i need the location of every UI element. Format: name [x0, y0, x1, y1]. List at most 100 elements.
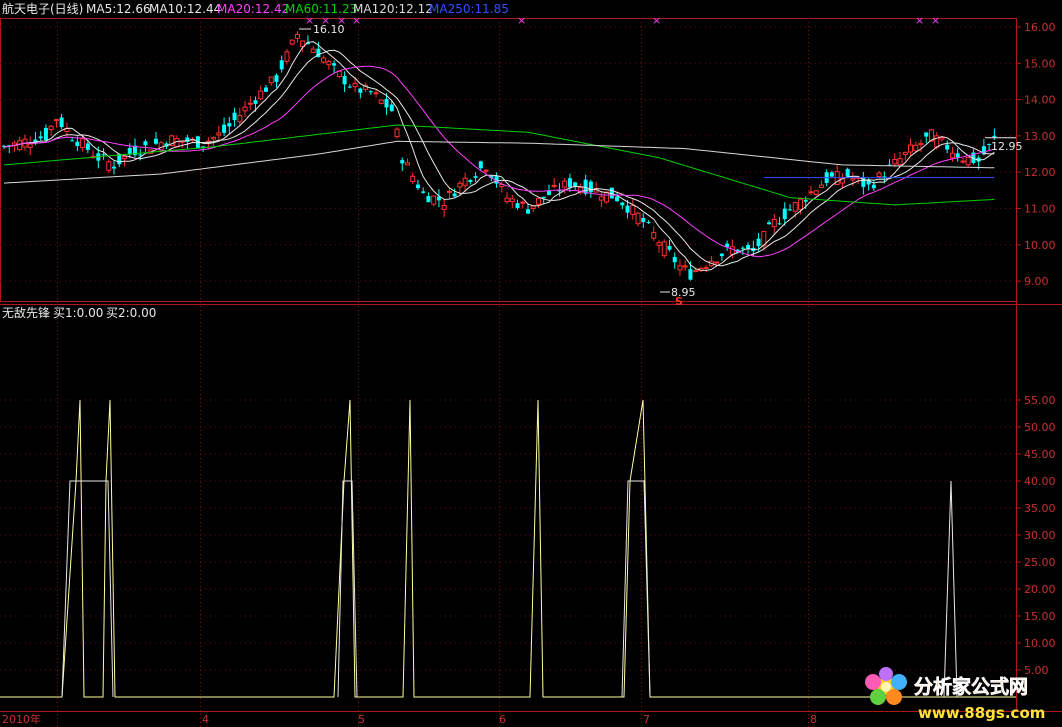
candle-body-up	[897, 158, 903, 166]
candle-body-down	[478, 161, 483, 169]
buy2-label: 买2:0.00	[106, 306, 156, 320]
ma10-label: MA10:12.44	[149, 2, 221, 16]
candle-body-up	[960, 160, 966, 163]
chart-markers: × × × × × × × ×	[299, 14, 940, 293]
site-url: www.88gs.com	[918, 704, 1045, 722]
candle-body-up	[404, 162, 410, 166]
stock-name: 航天电子(日线)	[2, 1, 83, 16]
candle-body-down	[740, 247, 745, 249]
candle-body-down	[541, 196, 546, 199]
candle-body-up	[604, 191, 610, 203]
candle-body-up	[211, 136, 217, 140]
candle-body-down	[767, 222, 772, 225]
candle-body-up	[892, 159, 898, 165]
candle-body-down	[468, 179, 473, 183]
candle-body-down	[620, 202, 625, 206]
candle-body-up	[520, 201, 526, 204]
candle-body-up	[850, 177, 856, 181]
candle-body-up	[902, 151, 908, 155]
signal-s-label: S	[675, 295, 683, 308]
candle-body-up	[949, 152, 955, 159]
candle-body-up	[373, 92, 379, 95]
candle-body-down	[85, 143, 90, 150]
candle-body-up	[818, 184, 824, 189]
candle-body-up	[294, 33, 300, 39]
candle-body-down	[588, 181, 593, 193]
candle-body-down	[332, 63, 337, 66]
candle-body-up	[813, 190, 819, 195]
candle-body-up	[446, 190, 452, 193]
candle-body-down	[546, 190, 551, 195]
candle-body-down	[672, 256, 677, 263]
candle-body-down	[756, 238, 761, 247]
candle-body-up	[237, 115, 243, 123]
site-name: 分析家公式网	[914, 675, 1028, 698]
candle-body-up	[661, 241, 667, 257]
indicator-tick-label: 55.00	[1024, 394, 1056, 407]
ma250-label: MA250:11.85	[429, 2, 509, 16]
candle-body-up	[771, 218, 777, 228]
signal-x-marker: ×	[652, 14, 661, 27]
candle-body-up	[441, 204, 447, 210]
upper-panel-frame	[0, 18, 1017, 302]
candle-body-up	[326, 61, 332, 66]
candle-body-down	[526, 209, 530, 214]
candle-body-up	[17, 140, 23, 151]
candle-body-up	[598, 196, 604, 201]
candle-body-up	[457, 182, 463, 188]
signal-x-marker: ×	[517, 14, 526, 27]
candle-body-down	[70, 140, 75, 142]
price-tick-label: 9.00	[1024, 275, 1049, 288]
indicator-tick-label: 25.00	[1024, 556, 1056, 569]
candle-body-down	[38, 136, 43, 139]
candle-body-down	[384, 99, 389, 108]
candle-body-down	[227, 123, 232, 127]
candle-body-up	[216, 132, 222, 136]
candle-body-up	[289, 39, 295, 45]
indicator-tick-label: 20.00	[1024, 583, 1056, 596]
ma5-label: MA5:12.66	[86, 2, 151, 16]
candle-body-down	[641, 217, 646, 223]
indicator-tick-label: 50.00	[1024, 421, 1056, 434]
price-tick-label: 11.00	[1024, 203, 1056, 216]
candlesticks	[2, 31, 997, 281]
candle-body-up	[258, 90, 264, 100]
moving-average-lines	[3, 41, 1016, 271]
price-tick-label: 15.00	[1024, 57, 1056, 70]
candle-body-down	[101, 154, 106, 156]
candle-body-down	[232, 112, 237, 121]
candle-body-down	[777, 223, 782, 225]
price-tick-label: 14.00	[1024, 94, 1056, 107]
candle-body-down	[421, 191, 426, 193]
candle-body-down	[59, 117, 64, 128]
date-label: 2010年	[2, 712, 41, 726]
candle-body-up	[630, 205, 636, 215]
candle-body-up	[394, 128, 400, 138]
signal-x-marker: ×	[915, 14, 924, 27]
candle-body-up	[562, 180, 568, 188]
ma20-label: MA20:12.42	[217, 2, 289, 16]
candle-body-up	[939, 136, 945, 140]
candle-body-up	[535, 197, 541, 205]
date-label: 7	[643, 713, 650, 726]
candle-body-down	[945, 144, 950, 150]
candle-body-up	[808, 191, 814, 194]
ma60-label: MA60:11.23	[285, 2, 357, 16]
candle-body-up	[462, 177, 468, 186]
price-tick-label: 13.00	[1024, 130, 1056, 143]
candle-body-down	[342, 75, 347, 85]
signal-x-marker: ×	[931, 14, 940, 27]
indicator-tick-label: 45.00	[1024, 448, 1056, 461]
buy1-line	[0, 399, 1016, 698]
price-tick-label: 10.00	[1024, 239, 1056, 252]
candle-body-down	[924, 132, 929, 137]
candle-body-down	[567, 178, 572, 188]
candle-body-up	[27, 143, 33, 148]
candle-body-up	[284, 51, 290, 62]
date-axis: 2010年 4 5 6 7 8	[2, 712, 817, 726]
chart-canvas: 9.0010.0011.0012.0013.0014.0015.0016.00 …	[0, 1, 1062, 727]
candle-body-up	[530, 205, 536, 209]
candle-body-up	[797, 198, 803, 210]
indicator-tick-label: 30.00	[1024, 529, 1056, 542]
candle-body-up	[693, 270, 699, 273]
